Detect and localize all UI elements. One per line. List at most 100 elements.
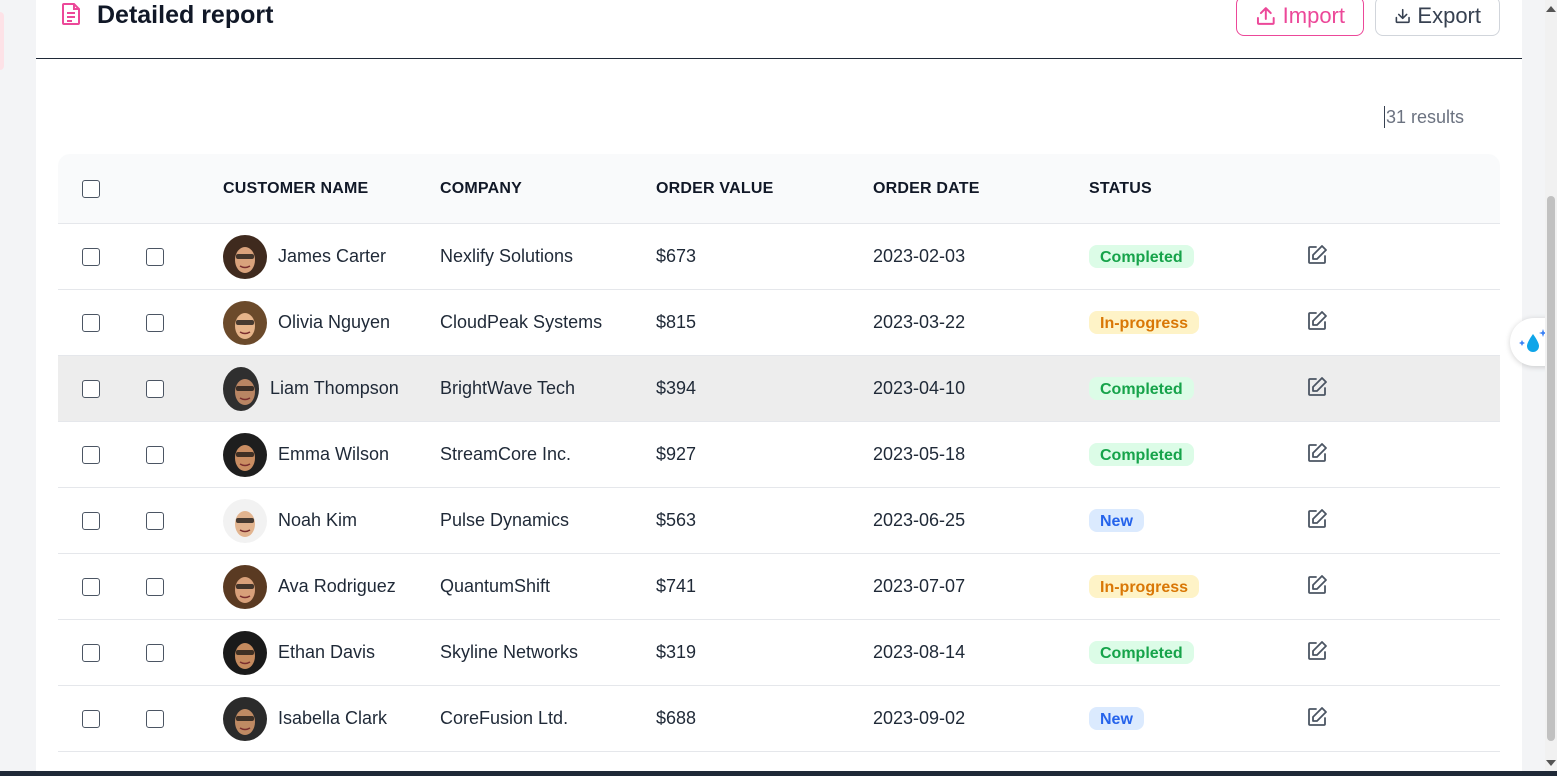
row-secondary-checkbox[interactable] [146, 578, 164, 596]
bottom-edge [0, 771, 1557, 776]
import-button[interactable]: Import [1236, 0, 1364, 36]
company-name: Nexlify Solutions [440, 246, 574, 266]
avatar [223, 301, 267, 345]
table-row[interactable]: Olivia Nguyen CloudPeak Systems $815 202… [58, 290, 1500, 356]
avatar [223, 367, 259, 411]
table-row[interactable]: Liam Thompson BrightWave Tech $394 2023-… [58, 356, 1500, 422]
order-value: $815 [656, 312, 697, 332]
order-value: $927 [656, 444, 697, 464]
order-value: $394 [656, 378, 697, 398]
download-icon [1395, 8, 1410, 24]
customer-name: Ethan Davis [278, 642, 376, 662]
avatar [223, 499, 267, 543]
company-name: BrightWave Tech [440, 378, 576, 398]
status-badge: In-progress [1089, 311, 1200, 334]
status-badge: Completed [1089, 641, 1194, 664]
company-name: Pulse Dynamics [440, 510, 570, 530]
results-count: 31 results [1384, 106, 1465, 128]
row-secondary-checkbox[interactable] [146, 380, 164, 398]
status-badge: New [1089, 707, 1144, 730]
avatar [223, 631, 267, 675]
company-name: QuantumShift [440, 576, 551, 596]
edit-icon[interactable] [1306, 244, 1328, 266]
report-card: Detailed report Import Export 31 results… [36, 0, 1522, 776]
order-value: $673 [656, 246, 697, 266]
column-header-order-value: ORDER VALUE [656, 180, 774, 197]
customer-name: Ava Rodriguez [278, 576, 396, 596]
order-value: $741 [656, 576, 697, 596]
table-row[interactable]: Noah Kim Pulse Dynamics $563 2023-06-25 … [58, 488, 1500, 554]
table-body: James Carter Nexlify Solutions $673 2023… [58, 224, 1500, 752]
avatar [223, 433, 267, 477]
select-all-checkbox[interactable] [82, 180, 100, 198]
company-name: StreamCore Inc. [440, 444, 572, 464]
row-select-checkbox[interactable] [82, 248, 100, 266]
row-secondary-checkbox[interactable] [146, 248, 164, 266]
row-secondary-checkbox[interactable] [146, 710, 164, 728]
customer-name: Isabella Clark [278, 708, 388, 728]
export-label: Export [1417, 3, 1481, 28]
column-header-company: COMPANY [440, 180, 522, 197]
page-title: Detailed report [97, 1, 274, 29]
document-icon [62, 3, 80, 25]
import-label: Import [1282, 3, 1345, 28]
order-value: $319 [656, 642, 697, 662]
status-badge: Completed [1089, 377, 1194, 400]
scroll-up-arrow[interactable] [1546, 6, 1556, 12]
table-header: CUSTOMER NAME COMPANY ORDER VALUE ORDER … [58, 154, 1500, 224]
customer-name: James Carter [278, 246, 387, 266]
edit-icon[interactable] [1306, 574, 1328, 596]
customer-name: Olivia Nguyen [278, 312, 391, 332]
table-row[interactable]: Emma Wilson StreamCore Inc. $927 2023-05… [58, 422, 1500, 488]
order-date: 2023-09-02 [873, 708, 966, 728]
customer-name: Noah Kim [278, 510, 358, 530]
orders-table: CUSTOMER NAME COMPANY ORDER VALUE ORDER … [58, 154, 1500, 752]
company-name: Skyline Networks [440, 642, 579, 662]
avatar [223, 565, 267, 609]
edit-icon[interactable] [1306, 442, 1328, 464]
order-date: 2023-07-07 [873, 576, 966, 596]
edit-icon[interactable] [1306, 508, 1328, 530]
row-secondary-checkbox[interactable] [146, 512, 164, 530]
scrollbar-thumb[interactable] [1547, 196, 1555, 741]
row-select-checkbox[interactable] [82, 578, 100, 596]
order-date: 2023-06-25 [873, 510, 966, 530]
report-header: Detailed report Import Export [36, 0, 1522, 59]
row-select-checkbox[interactable] [82, 644, 100, 662]
row-secondary-checkbox[interactable] [146, 314, 164, 332]
row-select-checkbox[interactable] [82, 446, 100, 464]
row-select-checkbox[interactable] [82, 314, 100, 332]
column-header-order-date: ORDER DATE [873, 180, 980, 197]
table-row[interactable]: Isabella Clark CoreFusion Ltd. $688 2023… [58, 686, 1500, 752]
scroll-down-arrow[interactable] [1546, 760, 1556, 766]
edit-icon[interactable] [1306, 310, 1328, 332]
order-date: 2023-02-03 [873, 246, 966, 266]
upload-icon [1256, 7, 1275, 25]
row-secondary-checkbox[interactable] [146, 446, 164, 464]
edit-icon[interactable] [1306, 376, 1328, 398]
table-row[interactable]: James Carter Nexlify Solutions $673 2023… [58, 224, 1500, 290]
table-row[interactable]: Ethan Davis Skyline Networks $319 2023-0… [58, 620, 1500, 686]
column-header-customer: CUSTOMER NAME [223, 180, 369, 197]
status-badge: New [1089, 509, 1144, 532]
status-badge: Completed [1089, 245, 1194, 268]
order-value: $688 [656, 708, 697, 728]
order-date: 2023-05-18 [873, 444, 966, 464]
export-button[interactable]: Export [1375, 0, 1500, 36]
row-secondary-checkbox[interactable] [146, 644, 164, 662]
order-date: 2023-04-10 [873, 378, 966, 398]
sidebar-active-indicator [0, 12, 4, 70]
status-badge: Completed [1089, 443, 1194, 466]
customer-name: Emma Wilson [278, 444, 390, 464]
company-name: CoreFusion Ltd. [440, 708, 569, 728]
edit-icon[interactable] [1306, 640, 1328, 662]
table-row[interactable]: Ava Rodriguez QuantumShift $741 2023-07-… [58, 554, 1500, 620]
order-value: $563 [656, 510, 697, 530]
row-select-checkbox[interactable] [82, 512, 100, 530]
left-gutter [0, 0, 14, 776]
row-select-checkbox[interactable] [82, 710, 100, 728]
order-date: 2023-08-14 [873, 642, 966, 662]
edit-icon[interactable] [1306, 706, 1328, 728]
order-date: 2023-03-22 [873, 312, 966, 332]
row-select-checkbox[interactable] [82, 380, 100, 398]
